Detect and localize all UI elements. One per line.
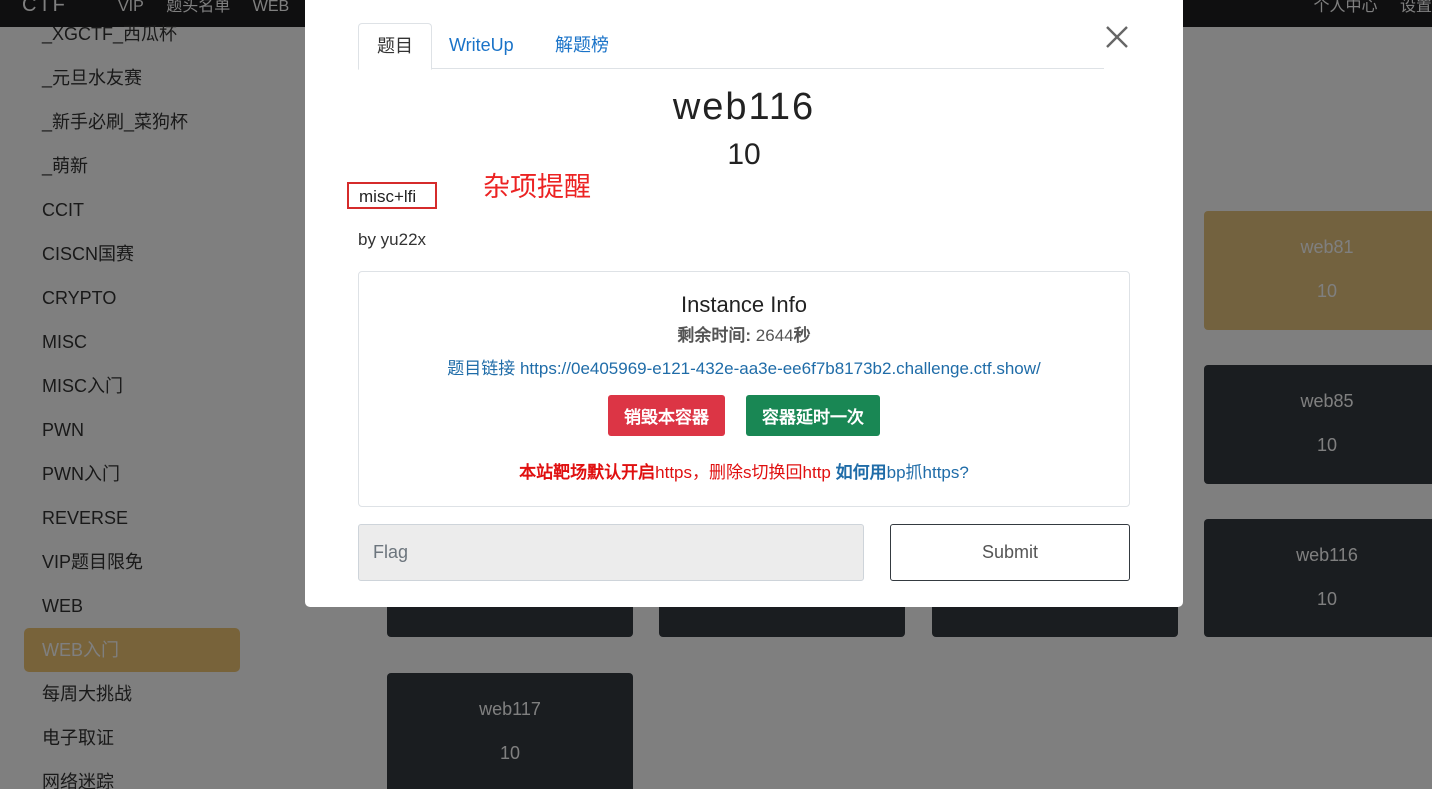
destroy-container-button[interactable]: 销毁本容器 — [608, 395, 725, 436]
tab-writeup[interactable]: WriteUp — [431, 23, 532, 69]
https-warning-part1: 本站靶场默认开启 — [519, 463, 656, 482]
bp-help-link[interactable]: 如何用bp抓https? — [836, 463, 969, 482]
challenge-tag: misc+lfi — [359, 187, 417, 206]
https-warning: 本站靶场默认开启https，删除s切换回http — [519, 463, 831, 482]
challenge-link[interactable]: 题目链接 https://0e405969-e121-432e-aa3e-ee6… — [359, 354, 1129, 379]
challenge-author: by yu22x — [358, 230, 427, 249]
close-icon[interactable] — [1102, 22, 1132, 52]
bp-help-part1: 如何用 — [835, 463, 887, 482]
challenge-link-label: 题目链接 — [447, 359, 516, 378]
challenge-score: 10 — [727, 138, 761, 171]
tab-solves[interactable]: 解题榜 — [537, 23, 627, 69]
modal-tabs: 题目 WriteUp 解题榜 — [358, 23, 1104, 70]
submit-button[interactable]: Submit — [890, 524, 1130, 581]
challenge-tag-highlight: misc+lfi — [347, 182, 437, 209]
remaining-time: 剩余时间: 2644秒 — [359, 321, 1129, 346]
https-warning-part2: https，删除s切换回 — [655, 463, 803, 482]
extend-container-button[interactable]: 容器延时一次 — [746, 395, 880, 436]
https-note: 本站靶场默认开启https，删除s切换回http 如何用bp抓https? — [359, 458, 1129, 483]
bp-help-part2: bp抓https? — [886, 463, 969, 482]
flag-input[interactable] — [358, 524, 864, 581]
annotation-label: 杂项提醒 — [483, 172, 591, 202]
challenge-title: web116 — [672, 86, 816, 128]
remaining-time-value: 2644 — [755, 326, 794, 345]
instance-info-panel: Instance Info 剩余时间: 2644秒 题目链接 https://0… — [358, 271, 1130, 507]
challenge-modal: 题目 WriteUp 解题榜 web116 10 misc+lfi 杂项提醒 b… — [305, 0, 1183, 607]
remaining-time-unit: 秒 — [793, 326, 811, 345]
https-warning-part3: http — [802, 463, 831, 482]
remaining-time-label: 剩余时间: — [677, 326, 752, 345]
tab-challenge[interactable]: 题目 — [358, 23, 432, 70]
instance-title: Instance Info — [681, 292, 807, 317]
challenge-link-url[interactable]: https://0e405969-e121-432e-aa3e-ee6f7b81… — [520, 359, 1041, 378]
